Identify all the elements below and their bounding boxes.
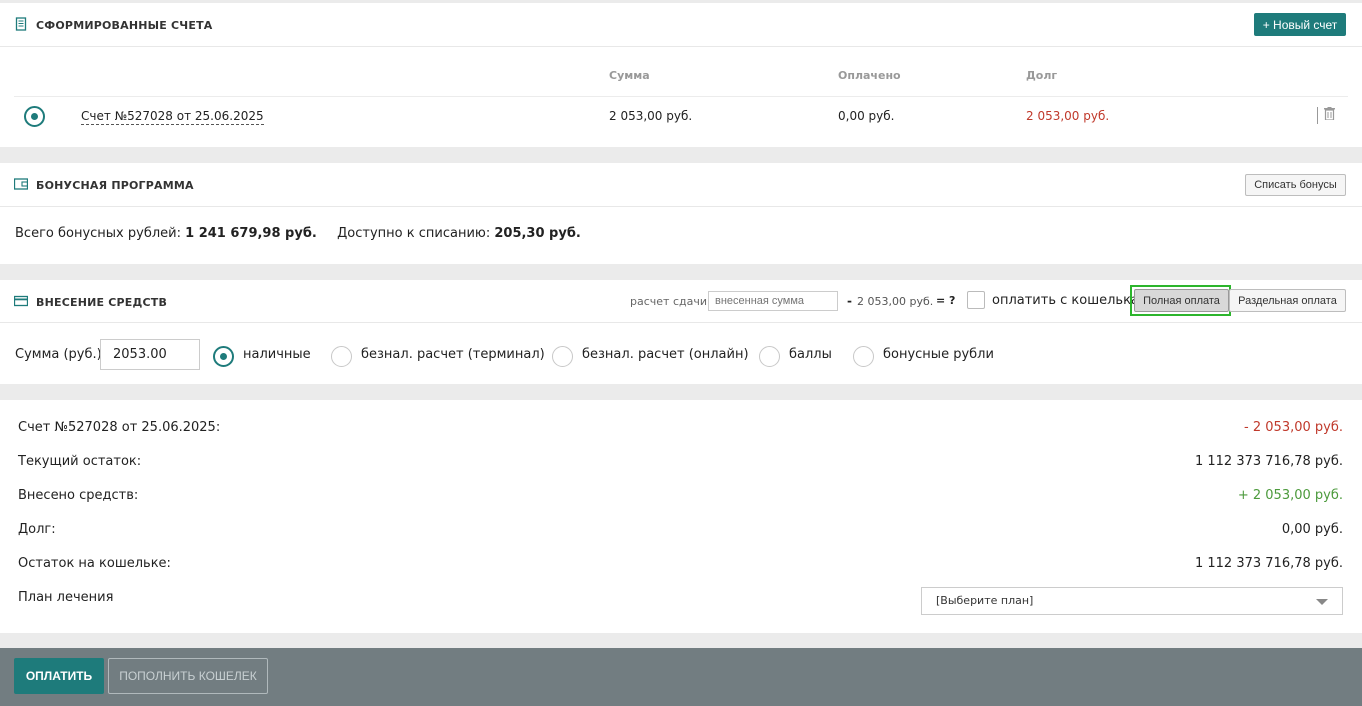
payment-option-points-label: баллы — [789, 347, 832, 362]
document-icon — [15, 17, 27, 31]
payment-option-cash-radio[interactable] — [213, 346, 234, 367]
funds-title: ВНЕСЕНИЕ СРЕДСТВ — [36, 296, 168, 309]
bonus-available-value: 205,30 руб. — [494, 226, 581, 241]
split-payment-button[interactable]: Раздельная оплата — [1229, 289, 1346, 312]
top-up-wallet-button[interactable]: ПОПОЛНИТЬ КОШЕЛЕК — [108, 658, 268, 694]
footer-bar: ОПЛАТИТЬ ПОПОЛНИТЬ КОШЕЛЕК — [0, 648, 1362, 706]
payment-option-bonus-label: бонусные рубли — [883, 347, 994, 362]
summary-deposited-value: + 2 053,00 руб. — [1237, 488, 1343, 503]
payment-option-terminal-radio[interactable] — [331, 346, 352, 367]
change-result: = ? — [936, 294, 956, 307]
full-payment-button[interactable]: Полная оплата — [1134, 289, 1229, 312]
sum-input[interactable] — [100, 339, 200, 370]
change-input[interactable] — [708, 291, 838, 311]
payment-option-cash-label: наличные — [243, 347, 311, 362]
change-label: расчет сдачи: — [630, 295, 711, 308]
bonus-title: БОНУСНАЯ ПРОГРАММА — [36, 179, 194, 192]
wallet-icon — [14, 178, 28, 190]
row-separator — [1317, 107, 1318, 124]
payment-option-online-radio[interactable] — [552, 346, 573, 367]
invoice-debt: 2 053,00 руб. — [1026, 109, 1110, 123]
new-invoice-button[interactable]: + Новый счет — [1254, 13, 1346, 36]
payment-option-terminal-label: безнал. расчет (терминал) — [361, 347, 545, 362]
column-header-sum: Сумма — [609, 69, 650, 82]
bonus-available-label: Доступно к списанию: — [337, 226, 491, 241]
column-header-paid: Оплачено — [838, 69, 901, 82]
change-amount: 2 053,00 руб. — [857, 295, 934, 308]
bonus-total-label: Всего бонусных рублей: — [15, 226, 181, 241]
invoices-title: СФОРМИРОВАННЫЕ СЧЕТА — [36, 19, 213, 32]
invoice-link[interactable]: Счет №527028 от 25.06.2025 — [81, 109, 264, 125]
summary-debt-label: Долг: — [18, 522, 56, 537]
row-divider — [14, 96, 1348, 97]
bonus-summary: Всего бонусных рублей: 1 241 679,98 руб.… — [15, 226, 581, 241]
bonus-panel: БОНУСНАЯ ПРОГРАММА Списать бонусы Всего … — [0, 163, 1362, 264]
invoices-panel: СФОРМИРОВАННЫЕ СЧЕТА + Новый счет Сумма … — [0, 3, 1362, 147]
column-header-debt: Долг — [1026, 69, 1058, 82]
funds-panel: ВНЕСЕНИЕ СРЕДСТВ расчет сдачи: - 2 053,0… — [0, 280, 1362, 384]
invoice-paid: 0,00 руб. — [838, 109, 895, 123]
treatment-plan-select[interactable]: [Выберите план] — [921, 587, 1343, 615]
summary-debt-value: 0,00 руб. — [1281, 522, 1343, 537]
bonus-header: БОНУСНАЯ ПРОГРАММА Списать бонусы — [0, 163, 1362, 207]
wallet-checkbox[interactable] — [967, 291, 985, 309]
summary-balance-label: Текущий остаток: — [18, 454, 142, 469]
write-off-bonus-button[interactable]: Списать бонусы — [1245, 174, 1346, 196]
chevron-down-icon — [1316, 599, 1328, 605]
summary-invoice-value: - 2 053,00 руб. — [1244, 420, 1343, 435]
trash-icon[interactable] — [1324, 107, 1335, 120]
invoice-radio[interactable] — [24, 106, 45, 127]
bonus-total-value: 1 241 679,98 руб. — [185, 226, 317, 241]
summary-deposited-label: Внесено средств: — [18, 488, 139, 503]
summary-wallet-label: Остаток на кошельке: — [18, 556, 171, 571]
summary-wallet-value: 1 112 373 716,78 руб. — [1194, 556, 1343, 571]
minus-sign: - — [847, 294, 852, 308]
card-icon — [14, 295, 28, 307]
sum-label: Сумма (руб.): — [15, 347, 107, 362]
pay-button[interactable]: ОПЛАТИТЬ — [14, 658, 104, 694]
payment-option-points-radio[interactable] — [759, 346, 780, 367]
summary-invoice-label: Счет №527028 от 25.06.2025: — [18, 420, 221, 435]
invoices-header: СФОРМИРОВАННЫЕ СЧЕТА + Новый счет — [0, 3, 1362, 47]
treatment-plan-label: План лечения — [18, 590, 114, 605]
payment-option-bonus-radio[interactable] — [853, 346, 874, 367]
summary-panel: Счет №527028 от 25.06.2025: - 2 053,00 р… — [0, 400, 1362, 633]
payment-option-online-label: безнал. расчет (онлайн) — [582, 347, 749, 362]
treatment-plan-select-value: [Выберите план] — [936, 594, 1034, 607]
summary-balance-value: 1 112 373 716,78 руб. — [1194, 454, 1343, 469]
invoice-sum: 2 053,00 руб. — [609, 109, 693, 123]
funds-header: ВНЕСЕНИЕ СРЕДСТВ расчет сдачи: - 2 053,0… — [0, 280, 1362, 323]
wallet-checkbox-label: оплатить с кошелька — [992, 293, 1139, 308]
